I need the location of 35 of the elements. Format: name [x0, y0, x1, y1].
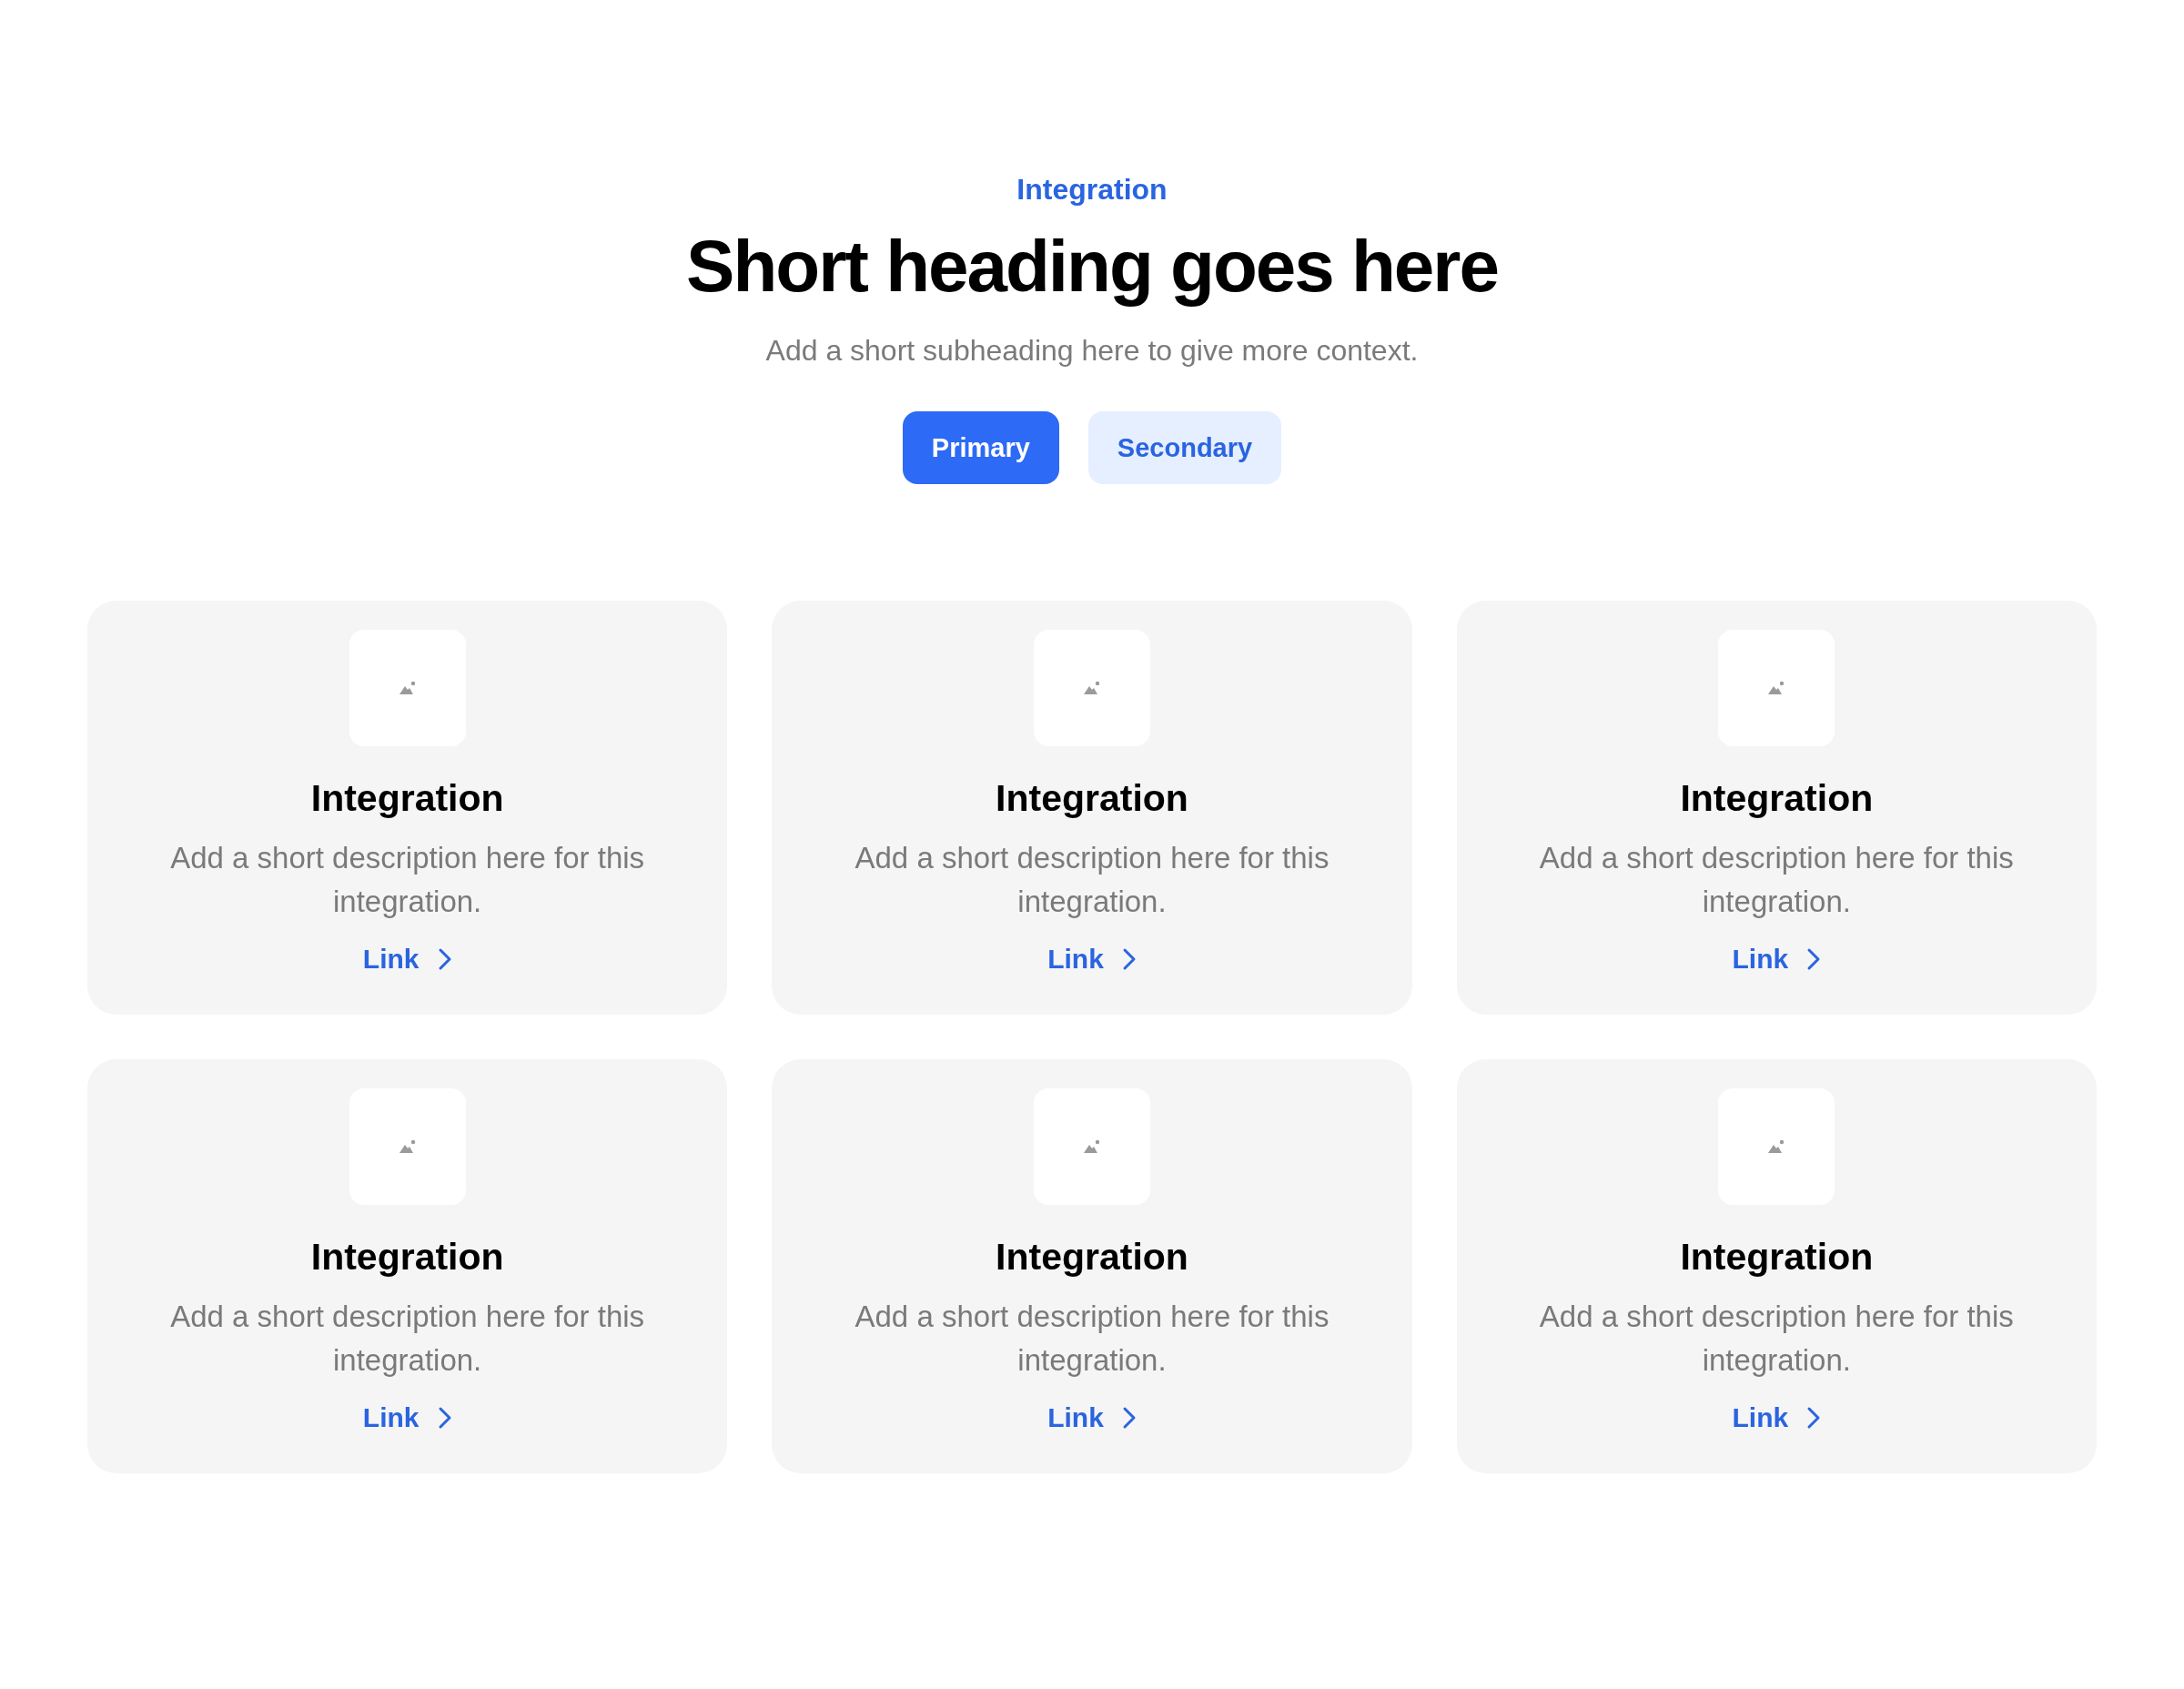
- card-link[interactable]: Link: [1047, 944, 1137, 975]
- card-title: Integration: [1680, 1236, 1874, 1279]
- chevron-right-icon: [1806, 947, 1822, 971]
- page-heading: Short heading goes here: [686, 227, 1498, 307]
- card-title: Integration: [996, 777, 1188, 820]
- card-link[interactable]: Link: [362, 1402, 452, 1433]
- chevron-right-icon: [1806, 1406, 1822, 1430]
- image-icon: [398, 681, 417, 695]
- secondary-button[interactable]: Secondary: [1087, 411, 1282, 484]
- card-description: Add a short description here for this integration.: [854, 1299, 1330, 1379]
- card-description: Add a short description here for this integration.: [1538, 840, 2015, 920]
- primary-button[interactable]: Primary: [902, 411, 1059, 484]
- image-icon: [398, 1139, 417, 1154]
- chevron-right-icon: [437, 947, 452, 971]
- chevron-right-icon: [1121, 947, 1137, 971]
- card-link[interactable]: Link: [1047, 1402, 1137, 1433]
- image-icon: [1767, 1139, 1786, 1154]
- card-title: Integration: [1680, 777, 1874, 820]
- image-icon: [1083, 1139, 1101, 1154]
- chevron-right-icon: [1121, 1406, 1137, 1430]
- subheading: Add a short subheading here to give more context.: [765, 334, 1419, 368]
- eyebrow-text: Integration: [1016, 173, 1168, 207]
- card-description: Add a short description here for this integration.: [169, 840, 646, 920]
- card-link[interactable]: Link: [362, 944, 452, 975]
- card-title: Integration: [996, 1236, 1188, 1279]
- card-description: Add a short description here for this integration.: [1538, 1299, 2015, 1379]
- card-description: Add a short description here for this integration.: [854, 840, 1330, 920]
- card-link[interactable]: Link: [1732, 944, 1822, 975]
- image-icon: [1083, 681, 1101, 695]
- card-description: Add a short description here for this integration.: [169, 1299, 646, 1379]
- image-icon: [1767, 681, 1786, 695]
- card-title: Integration: [310, 1236, 504, 1279]
- card-link[interactable]: Link: [1732, 1402, 1822, 1433]
- card-title: Integration: [310, 777, 504, 820]
- chevron-right-icon: [437, 1406, 452, 1430]
